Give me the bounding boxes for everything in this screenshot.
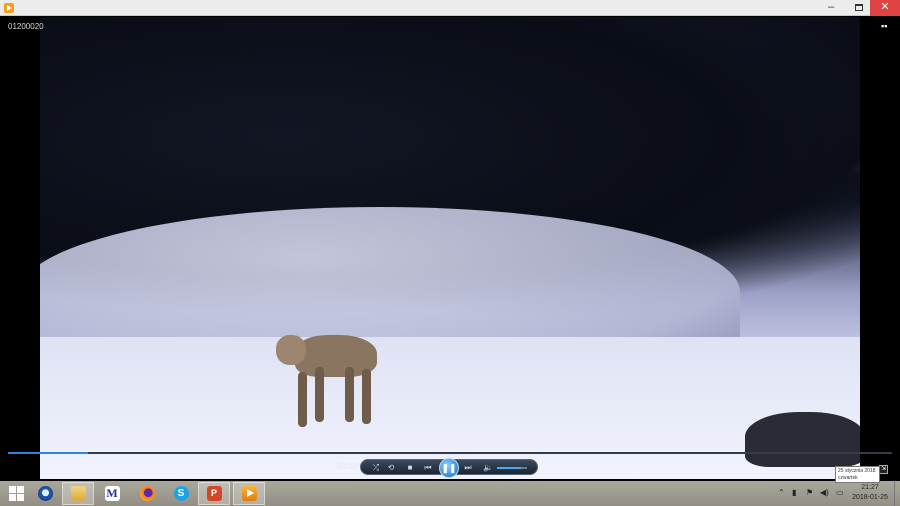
action-center-flag-icon[interactable]: ⚑ <box>806 488 813 497</box>
start-button[interactable] <box>0 482 32 505</box>
powerpoint-icon: P <box>206 486 222 501</box>
windows-logo-icon <box>8 486 24 501</box>
network-icon[interactable]: ▮ <box>792 488 796 497</box>
maximize-button[interactable] <box>846 0 872 16</box>
thunderbird-icon <box>37 486 53 501</box>
firefox-icon <box>139 486 155 501</box>
clock[interactable]: 21:27 2018-01-25 <box>850 483 890 503</box>
control-strip: ⤮ ⟲ ■ ⏮ ❚❚ ⏭ 🔈 <box>360 458 538 478</box>
current-time: 00:02 <box>337 462 358 471</box>
switch-to-now-playing-icon[interactable]: ⇲ <box>879 465 888 474</box>
file-explorer-icon <box>70 486 86 501</box>
taskbar-thunderbird[interactable] <box>29 482 61 505</box>
show-desktop-button[interactable] <box>894 481 900 506</box>
lynx-head <box>276 335 306 365</box>
skype-icon: S <box>173 486 189 501</box>
volume-level <box>497 467 521 469</box>
seek-bar[interactable] <box>8 452 892 454</box>
clip-title: 01200020 <box>8 22 44 31</box>
stop-button[interactable]: ■ <box>403 460 417 476</box>
taskbar-firefox[interactable] <box>131 482 163 505</box>
minimize-button[interactable]: – <box>818 0 844 16</box>
mute-button[interactable]: 🔈 <box>481 460 495 476</box>
taskbar: M S P ⌃ ▮ ⚑ ◀) ▭ 21:27 2018-01-25 <box>0 481 900 506</box>
media-player: 01200020 ▪▪ 00:02 ⤮ ⟲ ■ ⏮ ❚❚ ⏭ 🔈 <box>0 16 900 481</box>
m-app-icon: M <box>104 486 120 501</box>
taskbar-skype[interactable]: S <box>165 482 197 505</box>
tooltip-date: 25 stycznia 2018 <box>838 468 876 474</box>
keyboard-icon[interactable]: ▭ <box>836 488 844 497</box>
date-tooltip: 25 stycznia 2018 czwartek <box>835 466 880 483</box>
video-frame[interactable] <box>40 17 860 479</box>
layout-toggle-icon[interactable]: ▪▪ <box>881 22 890 31</box>
taskbar-file-explorer[interactable] <box>62 482 94 505</box>
next-button[interactable]: ⏭ <box>461 460 475 476</box>
close-button[interactable]: ✕ <box>870 0 900 16</box>
taskbar-powerpoint[interactable]: P <box>198 482 230 505</box>
volume-icon[interactable]: ◀) <box>820 488 829 497</box>
playback-controls: 00:02 ⤮ ⟲ ■ ⏮ ❚❚ ⏭ 🔈 <box>0 457 900 479</box>
shuffle-button[interactable]: ⤮ <box>369 460 383 476</box>
title-bar: – ✕ <box>0 0 900 16</box>
volume-slider[interactable] <box>497 467 527 469</box>
seek-progress <box>8 452 88 454</box>
repeat-button[interactable]: ⟲ <box>384 460 398 476</box>
maximize-icon <box>855 4 863 11</box>
previous-button[interactable]: ⏮ <box>421 460 435 476</box>
pause-button[interactable]: ❚❚ <box>439 458 459 478</box>
show-hidden-icons-button[interactable]: ⌃ <box>778 488 785 497</box>
media-player-icon <box>241 486 257 501</box>
tooltip-weekday: czwartek <box>838 475 858 481</box>
media-player-icon <box>4 3 14 13</box>
taskbar-m-app[interactable]: M <box>96 482 128 505</box>
clock-time: 21:27 <box>861 484 879 491</box>
taskbar-media-player[interactable] <box>233 482 265 505</box>
clock-date: 2018-01-25 <box>852 494 888 501</box>
